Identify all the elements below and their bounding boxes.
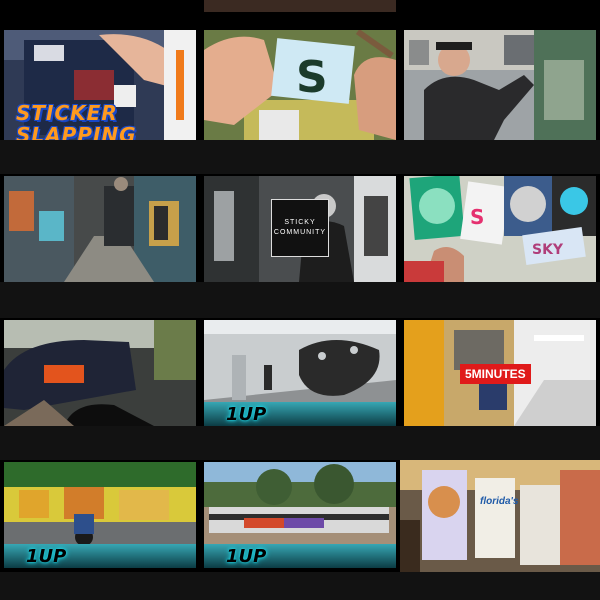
one-up-badge-text: 1UP: [226, 404, 267, 425]
man-street-image: [404, 30, 596, 140]
graffiti-alley-image: [4, 176, 196, 282]
sticker-collage-image: S SKY: [404, 176, 596, 282]
video-thumbnail-graffiti-alley[interactable]: [4, 176, 196, 282]
video-thumbnail-grid: STICKER SLAPPING S STICKY COMMUNITY S SK…: [0, 0, 600, 600]
five-minutes-badge: 5MINUTES: [460, 364, 531, 384]
video-thumbnail-sticker-collage[interactable]: S SKY: [404, 176, 596, 282]
video-thumbnail-tunnel-graffiti[interactable]: 1UP: [204, 320, 396, 426]
video-thumbnail-subway-train[interactable]: 5MINUTES: [404, 320, 596, 426]
svg-text:florida's: florida's: [480, 496, 519, 507]
one-up-badge-text: 1UP: [226, 546, 267, 567]
video-thumbnail-sticky-community[interactable]: STICKY COMMUNITY: [204, 176, 396, 282]
caption-strip: [0, 426, 600, 460]
hands-sticker-image: S: [204, 30, 396, 140]
video-thumbnail-car-night[interactable]: [4, 320, 196, 426]
video-thumbnail-painted-train[interactable]: 1UP: [204, 462, 396, 568]
video-thumbnail-graffiti-wall-scooter[interactable]: 1UP: [4, 462, 196, 568]
video-thumbnail-sticker-slapping[interactable]: STICKER SLAPPING: [4, 30, 196, 140]
video-thumbnail-hands-sticker[interactable]: S: [204, 30, 396, 140]
video-thumbnail-man-street[interactable]: [404, 30, 596, 140]
juice-cartons-image: florida's: [400, 460, 600, 572]
svg-text:S: S: [470, 205, 484, 229]
caption-strip: [0, 282, 600, 318]
one-up-badge-text: 1UP: [26, 546, 67, 567]
car-night-image: [4, 320, 196, 426]
partial-thumbnail-top-middle[interactable]: [204, 0, 396, 12]
caption-strip: [0, 140, 600, 174]
sticky-community-title: STICKY COMMUNITY: [271, 199, 329, 257]
svg-text:SKY: SKY: [532, 242, 564, 258]
caption-strip: [0, 572, 600, 600]
svg-text:S: S: [296, 52, 328, 103]
video-thumbnail-juice-cartons[interactable]: florida's: [400, 460, 600, 572]
sticker-slapping-title: STICKER SLAPPING: [16, 101, 137, 140]
